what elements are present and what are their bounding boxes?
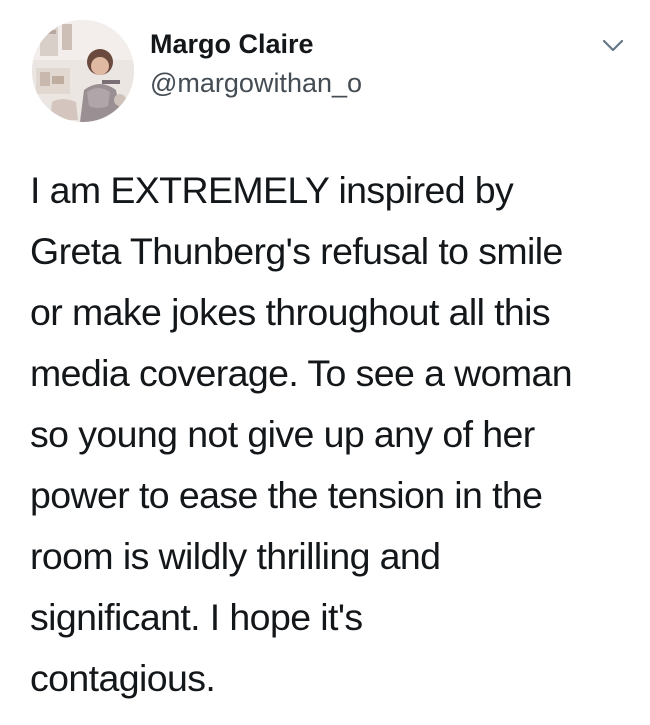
display-name[interactable]: Margo Claire — [150, 29, 314, 60]
tweet-card: Margo Claire @margowithan_o I am EXTREME… — [0, 0, 650, 725]
tweet-text-line: significant. I hope it's — [30, 596, 363, 638]
tweet-text-line: so young not give up any of her — [30, 413, 535, 455]
tweet-text-line: or make jokes throughout all this — [30, 291, 551, 333]
tweet-text-line: room is wildly thrilling and — [30, 535, 441, 577]
avatar[interactable] — [32, 20, 134, 122]
user-handle[interactable]: @margowithan_o — [150, 68, 362, 99]
tweet-text-line: power to ease the tension in the — [30, 474, 543, 516]
tweet-text-line: contagious. — [30, 657, 216, 699]
profile-photo-icon — [32, 20, 134, 122]
tweet-text-line: Greta Thunberg's refusal to smile — [30, 230, 563, 272]
tweet-text: I am EXTREMELY inspired by Greta Thunber… — [30, 160, 630, 709]
chevron-down-icon[interactable] — [600, 36, 626, 56]
tweet-text-line: I am EXTREMELY inspired by — [30, 169, 514, 211]
tweet-text-line: media coverage. To see a woman — [30, 352, 573, 394]
